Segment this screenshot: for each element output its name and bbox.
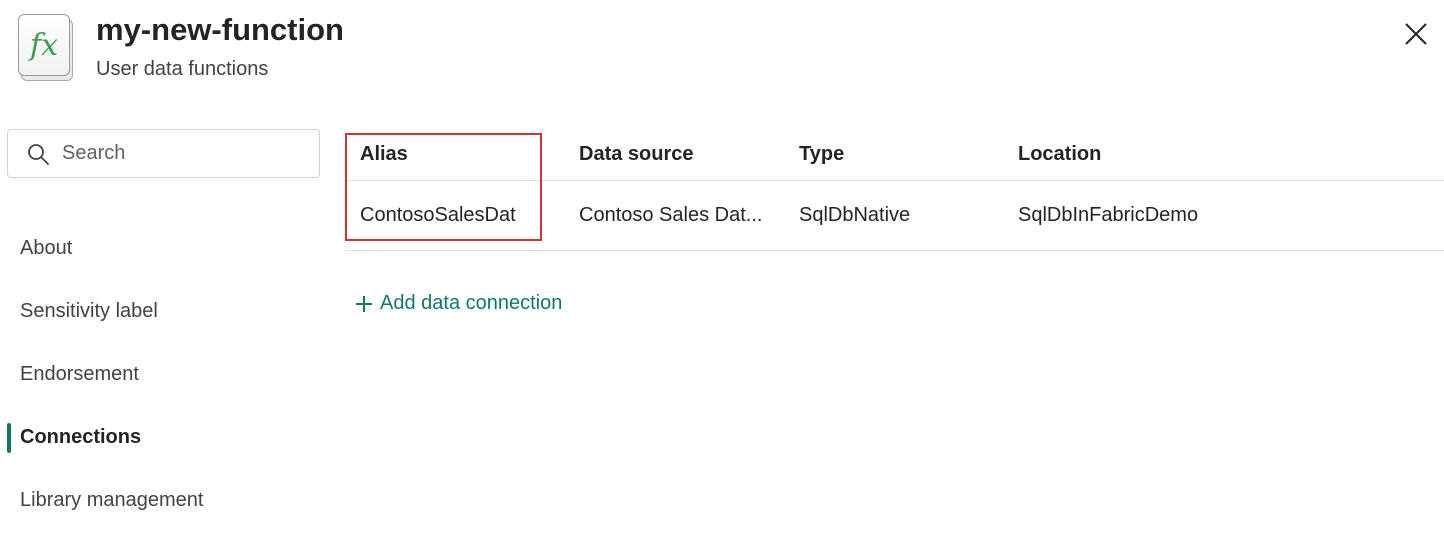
nav-item-connections[interactable]: Connections: [20, 426, 141, 449]
search-box[interactable]: [7, 129, 320, 178]
column-header-data-source: Data source: [579, 143, 694, 165]
search-input[interactable]: [60, 141, 304, 166]
cell-location: SqlDbInFabricDemo: [1018, 204, 1199, 226]
icon-glyph: fx: [29, 27, 59, 63]
column-header-location: Location: [1018, 143, 1102, 165]
icon-front-card: fx: [18, 14, 70, 76]
nav-item-sensitivity-label[interactable]: Sensitivity label: [20, 300, 158, 323]
add-data-connection-label: Add data connection: [380, 292, 563, 314]
nav-item-endorsement[interactable]: Endorsement: [20, 363, 139, 386]
connections-panel: fx my-new-function User data functions A…: [0, 0, 1444, 549]
plus-icon: [356, 295, 372, 312]
page-title: my-new-function: [96, 12, 344, 47]
page-subtitle: User data functions: [96, 58, 269, 80]
cell-type: SqlDbNative: [799, 204, 911, 226]
search-icon: [28, 143, 49, 165]
active-nav-indicator: [7, 423, 11, 453]
close-icon: [1405, 23, 1427, 45]
column-header-type: Type: [799, 143, 845, 165]
cell-data-source: Contoso Sales Dat...: [579, 204, 763, 226]
close-button[interactable]: [1400, 18, 1432, 50]
alias-highlight-box: [345, 133, 542, 241]
row-divider: [345, 250, 1444, 251]
add-data-connection-button[interactable]: Add data connection: [354, 292, 562, 315]
nav-item-library-management[interactable]: Library management: [20, 489, 203, 512]
nav-item-about[interactable]: About: [20, 237, 72, 260]
function-icon: fx: [18, 14, 73, 81]
